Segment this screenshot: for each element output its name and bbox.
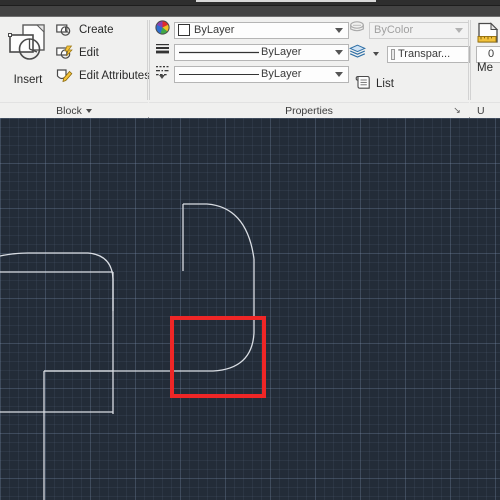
lineweight-value: ByLayer: [261, 46, 302, 58]
chevron-down-icon[interactable]: [85, 108, 92, 113]
ribbon-panel-block: Insert Create Edit Edit Attributes Block: [0, 17, 165, 118]
chevron-down-icon[interactable]: [335, 72, 343, 77]
create-block-icon: [56, 22, 73, 40]
transparency-value: Transpar...: [398, 48, 451, 60]
panel-divider: [470, 20, 471, 100]
object-color-row: ByLayer: [155, 20, 349, 40]
list-button[interactable]: List: [355, 75, 394, 93]
insert-block-icon: [7, 21, 49, 72]
object-color-value: ByLayer: [194, 24, 235, 36]
panel-divider: [149, 20, 150, 100]
block-panel-label[interactable]: Block: [0, 102, 148, 118]
ribbon: Insert Create Edit Edit Attributes Block…: [0, 17, 500, 118]
lineweight-preview: [179, 51, 259, 53]
list-button-label: List: [376, 78, 394, 90]
cad-geometry: [0, 203, 255, 500]
plot-style-value: ByColor: [374, 24, 414, 36]
create-block-label: Create: [79, 24, 114, 37]
linetype-value: ByLayer: [261, 68, 302, 80]
block-panel-body: Insert Create Edit Edit Attributes: [0, 17, 165, 102]
measure-button-label: Me: [477, 62, 493, 74]
chevron-down-icon[interactable]: [335, 28, 343, 33]
properties-panel-body: ByLayer ByLayer ByLayer ByColor Transpar…: [149, 17, 500, 102]
ribbon-panel-utilities: Me U: [470, 17, 500, 118]
chevron-down-icon[interactable]: [455, 28, 463, 33]
color-swatch: [178, 24, 190, 36]
plot-style-combo[interactable]: ByColor: [369, 21, 469, 39]
autocad-window: Insert Create Edit Edit Attributes Block…: [0, 0, 500, 500]
drawing-canvas[interactable]: [0, 118, 500, 500]
selection-highlight-box[interactable]: [170, 316, 266, 398]
measure-button[interactable]: Me: [476, 22, 500, 74]
mid-shape-arc-top[interactable]: [206, 203, 255, 260]
color-wheel-icon[interactable]: [155, 20, 170, 40]
edit-block-label: Edit: [79, 47, 99, 60]
panel-divider: [468, 20, 469, 100]
lineweight-combo[interactable]: ByLayer: [174, 43, 349, 61]
linetype-preview: [179, 73, 259, 75]
plot-style-icon: [349, 20, 365, 40]
chevron-down-icon[interactable]: [335, 50, 343, 55]
properties-panel-label[interactable]: Properties: [149, 102, 469, 118]
chevron-down-icon[interactable]: [373, 52, 379, 56]
utilities-panel-label[interactable]: U: [470, 102, 500, 118]
object-color-combo[interactable]: ByLayer: [174, 21, 349, 39]
left-shape-arc-top[interactable]: [0, 252, 114, 311]
block-panel-label-text: Block: [56, 104, 82, 117]
insert-button-label: Insert: [13, 74, 43, 86]
create-block-button[interactable]: Create: [56, 20, 114, 42]
lineweight-icon[interactable]: [155, 42, 170, 62]
linetype-combo[interactable]: ByLayer: [174, 65, 349, 83]
plot-style-row: ByColor: [349, 20, 469, 40]
panel-divider: [147, 20, 148, 100]
utilities-panel-body: Me: [470, 17, 500, 102]
edit-block-icon: [56, 45, 73, 63]
edit-attributes-icon: [56, 68, 73, 86]
layers-icon[interactable]: [348, 44, 367, 64]
utilities-panel-label-text: U: [477, 104, 485, 117]
title-bar-highlight: [196, 0, 376, 2]
lineweight-row: ByLayer: [155, 42, 349, 62]
list-icon: [355, 75, 371, 93]
measure-icon: [476, 22, 500, 59]
edit-attributes-label: Edit Attributes: [79, 70, 150, 83]
edit-block-button[interactable]: Edit: [56, 43, 99, 65]
insert-button[interactable]: Insert: [4, 21, 52, 95]
linetype-icon[interactable]: [155, 64, 170, 84]
transparency-input[interactable]: Transpar...: [387, 45, 470, 63]
transparency-grip: [391, 48, 395, 60]
ribbon-panel-properties: ByLayer ByLayer ByLayer ByColor Transpar…: [149, 17, 500, 118]
properties-panel-label-text: Properties: [285, 104, 333, 117]
properties-dialog-launcher[interactable]: ↘: [452, 105, 462, 115]
linetype-row: ByLayer: [155, 64, 349, 84]
ribbon-tab-strip[interactable]: [0, 6, 500, 17]
